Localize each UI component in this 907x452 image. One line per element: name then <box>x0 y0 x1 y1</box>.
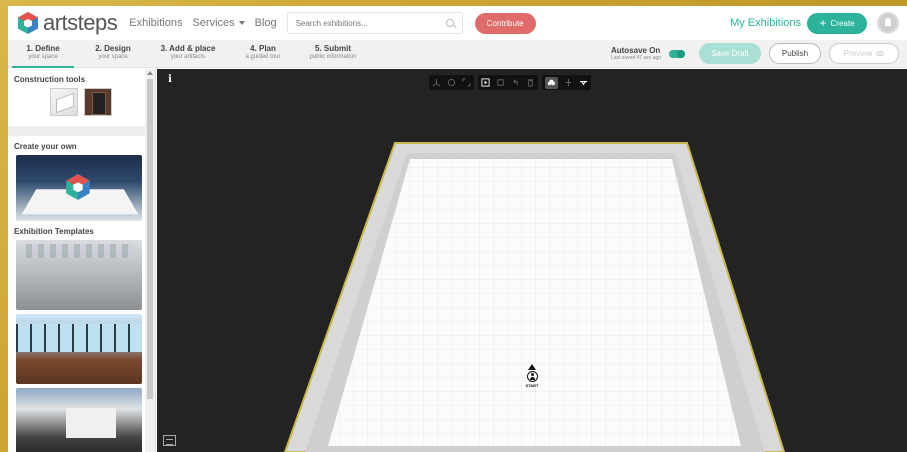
step-define-subtitle: your space <box>28 53 58 60</box>
artsteps-cube-icon <box>66 174 90 200</box>
construction-tools-title: Construction tools <box>14 75 86 84</box>
construction-tools <box>50 88 155 116</box>
app-window: artsteps Exhibitions Services Blog Contr… <box>8 6 907 452</box>
step-design-subtitle: your space <box>98 53 128 60</box>
logo-text: artsteps <box>43 10 118 35</box>
main-nav: Exhibitions Services Blog <box>129 17 276 29</box>
publish-button[interactable]: Publish <box>769 43 821 64</box>
create-button[interactable]: + Create <box>807 12 867 34</box>
sidebar-scroll-thumb[interactable] <box>147 79 153 399</box>
header-right: My Exhibitions + Create <box>730 12 899 34</box>
sidebar-scrollbar[interactable] <box>145 69 155 452</box>
3d-viewport[interactable]: i START <box>157 69 907 452</box>
sidebar-divider <box>8 126 146 136</box>
drone-view-icon[interactable] <box>579 78 588 87</box>
create-label: Create <box>830 18 855 28</box>
create-your-own-title: Create your own <box>14 142 77 151</box>
autosave-title: Autosave On <box>610 46 661 55</box>
chevron-down-icon <box>238 21 245 26</box>
step-submit-subtitle: public information <box>309 53 357 60</box>
exhibition-templates-title: Exhibition Templates <box>14 227 94 236</box>
step-add-place-title: 3. Add & place <box>160 43 216 53</box>
axis-icon[interactable] <box>432 78 441 87</box>
scroll-up-icon[interactable] <box>147 71 153 75</box>
start-label: START <box>525 383 539 388</box>
exhibition-floor[interactable] <box>157 69 907 452</box>
eye-icon <box>876 51 885 56</box>
step-define[interactable]: 1. Define your space <box>8 40 78 68</box>
template-card[interactable] <box>16 314 142 384</box>
step-plan-title: 4. Plan <box>250 43 276 53</box>
artsteps-logo[interactable]: artsteps <box>16 10 118 36</box>
step-submit[interactable]: 5. Submit public information <box>298 40 368 68</box>
artsteps-logo-icon <box>18 12 38 34</box>
autosave-status: Autosave On Last saved 47 sec ago <box>611 46 661 61</box>
template-windows-image <box>16 324 142 352</box>
door-tool-icon[interactable] <box>84 88 112 116</box>
scale-icon[interactable] <box>462 78 471 87</box>
step-design[interactable]: 2. Design your space <box>78 40 148 68</box>
nav-blog[interactable]: Blog <box>255 17 277 29</box>
edit-tools <box>478 75 538 90</box>
search-input[interactable] <box>295 18 436 28</box>
view-tools <box>542 75 591 90</box>
autosave-subtitle: Last saved 47 sec ago <box>610 55 661 61</box>
template-card[interactable] <box>16 240 142 310</box>
direction-arrow-icon <box>528 364 536 370</box>
plus-icon: + <box>819 16 827 30</box>
wall-tool-icon[interactable] <box>50 88 78 116</box>
nav-services-label: Services <box>192 17 235 29</box>
wizard-steps-bar: 1. Define your space 2. Design your spac… <box>8 40 907 68</box>
template-card[interactable] <box>16 388 142 452</box>
select-icon[interactable] <box>481 78 490 87</box>
user-avatar[interactable] <box>877 12 899 34</box>
undo-icon[interactable] <box>511 78 520 87</box>
step-add-place-subtitle: your artifacts <box>170 53 206 60</box>
visitor-icon <box>526 371 538 382</box>
viewport-toolbar <box>429 75 591 90</box>
person-view-icon[interactable] <box>564 78 573 87</box>
search-icon[interactable] <box>445 19 454 27</box>
search-box <box>286 12 463 34</box>
template-ceiling-image <box>26 244 132 258</box>
top-navigation: artsteps Exhibitions Services Blog Contr… <box>8 6 907 40</box>
steps-actions: Autosave On Last saved 47 sec ago Save D… <box>611 43 899 64</box>
info-button[interactable]: i <box>164 74 176 88</box>
contribute-button[interactable]: Contribute <box>474 12 536 34</box>
template-wall-image <box>66 408 116 438</box>
my-exhibitions-link[interactable]: My Exhibitions <box>730 17 801 29</box>
step-define-title: 1. Define <box>26 43 60 53</box>
step-design-title: 2. Design <box>95 43 131 53</box>
create-your-own-card[interactable] <box>16 155 142 221</box>
save-draft-button[interactable]: Save Draft <box>699 43 761 64</box>
step-plan-subtitle: a guided tour <box>245 53 281 60</box>
transform-tools <box>429 75 474 90</box>
nav-exhibitions[interactable]: Exhibitions <box>129 17 182 29</box>
start-marker[interactable]: START <box>522 364 542 388</box>
map-icon[interactable] <box>163 435 176 446</box>
autosave-toggle[interactable] <box>669 49 685 58</box>
construction-sidebar: Construction tools Create your own Exhib… <box>8 69 156 452</box>
walk-view-icon[interactable] <box>545 76 558 89</box>
preview-label: Preview <box>843 49 873 58</box>
rotate-icon[interactable] <box>447 78 456 87</box>
step-add-place[interactable]: 3. Add & place your artifacts <box>148 40 228 68</box>
step-plan[interactable]: 4. Plan a guided tour <box>228 40 298 68</box>
preview-button[interactable]: Preview <box>829 43 899 64</box>
copy-icon[interactable] <box>496 78 505 87</box>
trash-icon[interactable] <box>526 78 535 87</box>
step-submit-title: 5. Submit <box>314 43 351 53</box>
nav-services[interactable]: Services <box>192 17 245 29</box>
